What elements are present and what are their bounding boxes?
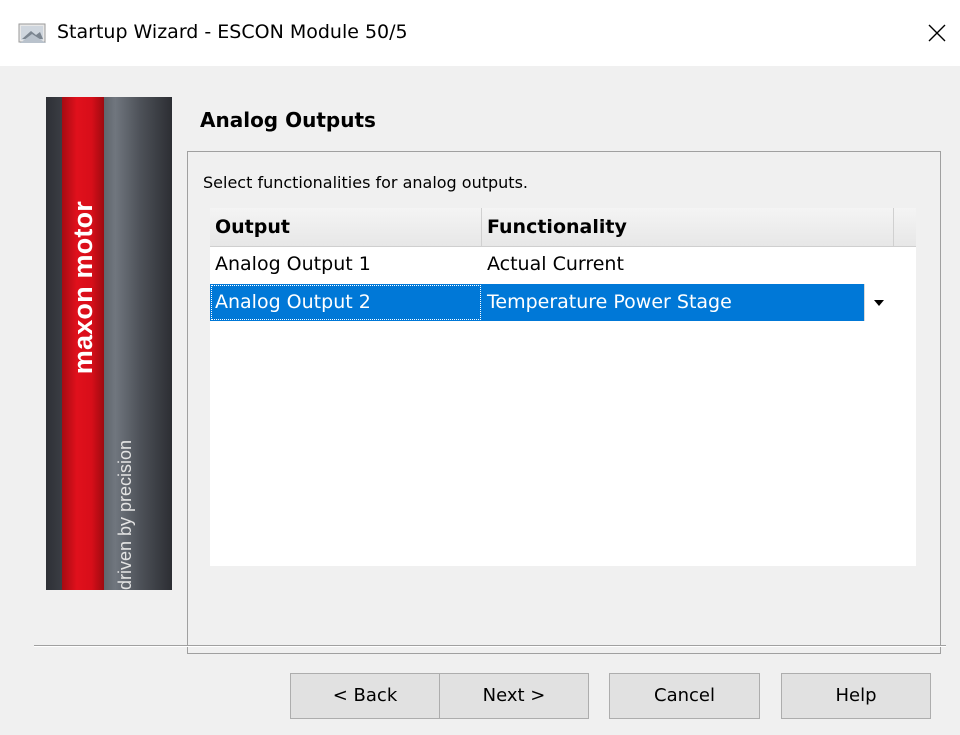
wizard-app-icon xyxy=(18,23,48,45)
button-separator xyxy=(34,645,946,647)
brand-name: maxon motor xyxy=(62,97,104,590)
cancel-button[interactable]: Cancel xyxy=(609,673,760,719)
analog-outputs-grid[interactable]: Output Functionality Analog Output 1 Act… xyxy=(210,208,916,566)
wizard-content: maxon motor driven by precision Analog O… xyxy=(0,66,960,735)
close-button[interactable] xyxy=(914,0,960,66)
table-row-selected[interactable]: Analog Output 2 Temperature Power Stage xyxy=(210,284,916,321)
next-button[interactable]: Next > xyxy=(439,673,589,719)
startup-wizard-window: Startup Wizard - ESCON Module 50/5 maxon… xyxy=(0,0,960,735)
output-cell[interactable]: Analog Output 1 xyxy=(210,246,482,283)
title-bar[interactable]: Startup Wizard - ESCON Module 50/5 xyxy=(0,0,960,66)
close-icon xyxy=(928,24,946,42)
maxon-logo-banner: maxon motor driven by precision xyxy=(46,97,172,590)
brand-name-text: maxon motor xyxy=(67,201,98,375)
analog-outputs-groupbox: Select functionalities for analog output… xyxy=(187,151,941,654)
functionality-dropdown-button[interactable] xyxy=(864,284,892,321)
brand-tagline: driven by precision xyxy=(110,97,140,590)
window-title: Startup Wizard - ESCON Module 50/5 xyxy=(57,21,408,43)
chevron-down-icon xyxy=(873,299,884,306)
output-cell[interactable]: Analog Output 2 xyxy=(210,284,482,321)
column-header-functionality[interactable]: Functionality xyxy=(482,208,894,246)
instruction-text: Select functionalities for analog output… xyxy=(203,173,528,192)
grid-header: Output Functionality xyxy=(210,208,916,247)
brand-tagline-text: driven by precision xyxy=(114,439,135,590)
column-header-output[interactable]: Output xyxy=(210,208,482,246)
table-row[interactable]: Analog Output 1 Actual Current xyxy=(210,246,916,283)
help-button[interactable]: Help xyxy=(781,673,931,719)
functionality-cell[interactable]: Actual Current xyxy=(482,246,892,283)
back-button[interactable]: < Back xyxy=(290,673,440,719)
functionality-dropdown[interactable]: Temperature Power Stage xyxy=(482,284,864,321)
page-title: Analog Outputs xyxy=(200,108,376,132)
